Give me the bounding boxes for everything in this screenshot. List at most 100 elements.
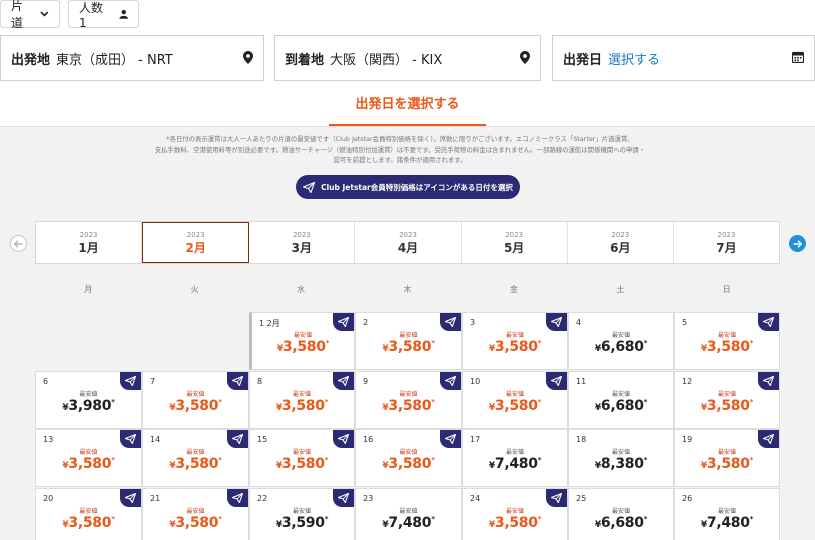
club-jetstar-plane-icon [227,372,248,390]
prev-month-button[interactable] [10,235,27,252]
calendar-day-cell[interactable]: 21 最安値 ¥3,580* [142,488,249,540]
calendar-day-cell[interactable]: 13 最安値 ¥3,580* [35,429,142,487]
club-jetstar-plane-icon [440,372,461,390]
calendar-day-cell[interactable]: 2 最安値 ¥3,580* [355,312,462,370]
calendar-day-cell[interactable]: 1 2月 最安値 ¥3,580* [249,312,355,370]
day-number: 4 [576,318,582,327]
month-tab-year: 2023 [79,230,98,239]
day-number: 14 [150,435,161,444]
lowest-fare-label: 最安値 [399,391,418,398]
lowest-fare-label: 最安値 [505,449,524,456]
day-number: 2 [363,318,369,327]
lowest-fare-label: 最安値 [717,508,736,515]
month-tab-year: 2023 [292,230,311,239]
origin-field[interactable]: 出発地 東京（成田） - NRT [0,35,264,81]
month-tab[interactable]: 2023 4月 [355,222,462,263]
fare-price-value: 3,580 [175,515,219,531]
month-tab-label: 3月 [291,240,313,255]
lowest-fare-label: 最安値 [505,332,524,339]
calendar-day-cell[interactable]: 16 最安値 ¥3,580* [355,429,462,487]
club-jetstar-plane-icon [333,430,354,448]
calendar-day-cell[interactable]: 17 最安値 ¥7,480* [462,429,568,487]
person-icon [119,9,128,19]
calendar-day-cell[interactable]: 9 最安値 ¥3,580* [355,371,462,429]
fare-price-value: 3,580 [494,515,538,531]
calendar-day-cell[interactable]: 24 最安値 ¥3,580* [462,488,568,540]
calendar-day-cell[interactable]: 15 最安値 ¥3,580* [249,429,355,487]
lowest-fare-label: 最安値 [186,391,205,398]
month-tab[interactable]: 2023 3月 [249,222,356,263]
select-date-tab[interactable]: 出発日を選択する [0,86,815,126]
lowest-fare-label: 最安値 [292,449,311,456]
fare-price: ¥3,580* [488,515,542,531]
location-pin-icon [243,51,253,64]
month-tab[interactable]: 2023 2月 [142,222,250,263]
calendar-day-cell[interactable]: 3 最安値 ¥3,580* [462,312,568,370]
destination-field[interactable]: 到着地 大阪（関西） - KIX [274,35,541,81]
calendar-day-cell[interactable]: 25 最安値 ¥6,680* [568,488,674,540]
calendar-day-cell[interactable]: 12 最安値 ¥3,580* [674,371,780,429]
lowest-fare-label: 最安値 [717,449,736,456]
day-number: 3 [470,318,476,327]
club-jetstar-button-label: Club Jetstar会員特別価格はアイコンがある日付を選択 [321,182,513,192]
month-tab[interactable]: 2023 6月 [568,222,674,263]
fare-price-value: 3,580 [388,339,432,355]
lowest-fare-label: 最安値 [717,332,736,339]
fare-price: ¥8,380* [594,456,648,472]
weekday-label: 日 [722,285,731,294]
passengers-dropdown[interactable]: 人数 1 [68,0,139,30]
lowest-fare-label: 最安値 [79,508,98,515]
calendar-day-cell[interactable]: 10 最安値 ¥3,580* [462,371,568,429]
calendar-day-cell[interactable]: 11 最安値 ¥6,680* [568,371,674,429]
calendar-day-cell[interactable]: 19 最安値 ¥3,580* [674,429,780,487]
fare-price: ¥3,580* [169,515,222,531]
calendar-day-cell[interactable]: 7 最安値 ¥3,580* [142,371,249,429]
fare-price-value: 3,580 [494,339,538,355]
calendar-day-cell[interactable]: 6 最安値 ¥3,980* [35,371,142,429]
lowest-fare-label: 最安値 [292,508,311,515]
fare-price: ¥6,680* [594,515,648,531]
fare-price: ¥7,480* [488,456,542,472]
calendar-day-cell[interactable]: 14 最安値 ¥3,580* [142,429,249,487]
lowest-fare-label: 最安値 [292,391,311,398]
next-month-button[interactable] [789,235,806,252]
lowest-fare-label: 最安値 [293,332,312,339]
club-jetstar-plane-icon [440,313,461,331]
fare-price-value: 3,580 [68,515,112,531]
day-number: 12 [682,377,693,386]
calendar-day-cell[interactable]: 23 最安値 ¥7,480* [355,488,462,540]
departure-date-field[interactable]: 出発日 選択する [552,35,815,81]
fare-price: ¥3,580* [275,456,329,472]
calendar-day-cell[interactable]: 5 最安値 ¥3,580* [674,312,780,370]
trip-type-dropdown[interactable]: 片道 [0,0,60,30]
calendar-icon [792,51,804,63]
weekday-label: 土 [616,285,625,294]
calendar-day-cell[interactable]: 8 最安値 ¥3,580* [249,371,355,429]
day-number: 24 [470,494,481,503]
day-number: 5 [682,318,688,327]
fare-price: ¥3,580* [382,339,435,355]
month-tab-label: 2月 [185,240,206,255]
month-tab[interactable]: 2023 1月 [36,222,143,263]
fare-price-value: 6,680 [600,339,644,355]
select-date-tab-label: 出発日を選択する [329,86,486,126]
trip-type-label: 片道 [11,0,24,30]
club-jetstar-plane-icon [227,489,248,507]
fare-price: ¥3,580* [488,398,542,414]
club-jetstar-button[interactable]: Club Jetstar会員特別価格はアイコンがある日付を選択 [296,175,520,199]
calendar-day-cell[interactable]: 26 最安値 ¥7,480* [674,488,780,540]
fare-price: ¥3,580* [382,456,435,472]
calendar-day-cell[interactable]: 18 最安値 ¥8,380* [568,429,674,487]
lowest-fare-label: 最安値 [611,332,630,339]
calendar-day-cell[interactable]: 4 最安値 ¥6,680* [568,312,674,370]
calendar-day-cell[interactable]: 22 最安値 ¥3,590* [249,488,355,540]
fare-price-value: 3,580 [175,456,219,472]
month-tab[interactable]: 2023 7月 [674,222,779,263]
calendar-day-cell[interactable]: 20 最安値 ¥3,580* [35,488,142,540]
month-selector: 2023 1月 2023 2月 2023 3月 2023 4月 2023 5月 2023 6月 2023… [35,221,780,264]
club-jetstar-plane-icon [758,313,779,331]
notice-line: 認可を前提とします。諸条件が適用されます。 [333,156,467,164]
month-tab[interactable]: 2023 5月 [462,222,568,263]
fare-price-value: 8,380 [600,456,644,472]
location-pin-icon [520,51,530,64]
